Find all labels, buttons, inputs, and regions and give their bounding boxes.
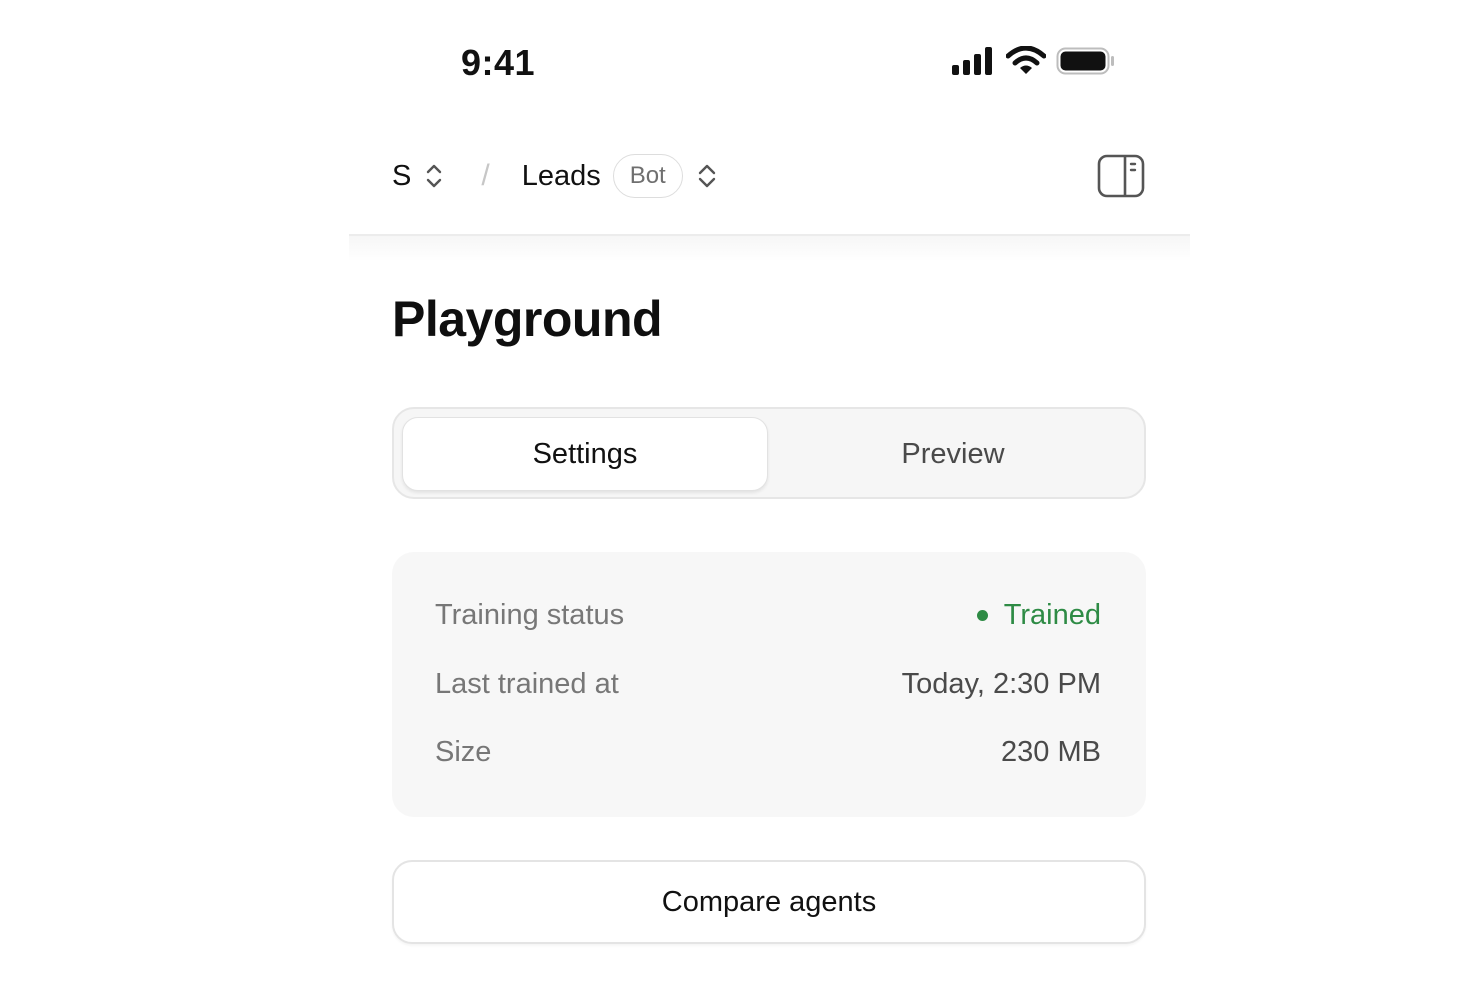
tab-preview[interactable]: Preview [770,417,1136,491]
status-dot-icon [976,609,988,621]
chevron-updown-icon[interactable] [697,163,717,189]
compare-agents-button[interactable]: Compare agents [392,860,1146,944]
project-switcher-label[interactable]: Leads [522,160,601,193]
chevron-updown-icon[interactable] [425,163,443,189]
page-title: Playground [392,291,663,347]
top-header: S / Leads Bot [349,120,1190,236]
status-icons [952,45,1116,81]
wifi-icon [1005,45,1047,81]
last-trained-value: Today, 2:30 PM [901,667,1101,700]
header-shadow [349,236,1190,262]
training-status-value: Trained [1003,598,1101,631]
battery-icon [1056,47,1116,80]
status-time: 9:41 [461,42,536,83]
info-label: Size [435,735,492,768]
size-row: Size 230 MB [435,732,1101,772]
breadcrumb-separator: / [481,159,490,192]
info-label: Training status [435,598,625,631]
training-status-row: Training status Trained [435,595,1101,635]
status-badge: Trained [976,598,1101,632]
bot-badge: Bot [612,154,683,198]
size-value: 230 MB [1001,735,1101,768]
cellular-signal-icon [952,47,996,80]
panel-toggle-icon[interactable] [1097,154,1145,198]
status-bar: 9:41 [349,0,1190,120]
workspace-switcher-label[interactable]: S [392,160,411,193]
info-label: Last trained at [435,667,619,700]
tab-segmented-control: Settings Preview [392,407,1146,499]
breadcrumb: S / Leads Bot [392,154,717,198]
tab-settings[interactable]: Settings [402,417,768,491]
last-trained-row: Last trained at Today, 2:30 PM [435,664,1101,704]
training-info-card: Training status Trained Last trained at … [392,552,1146,817]
